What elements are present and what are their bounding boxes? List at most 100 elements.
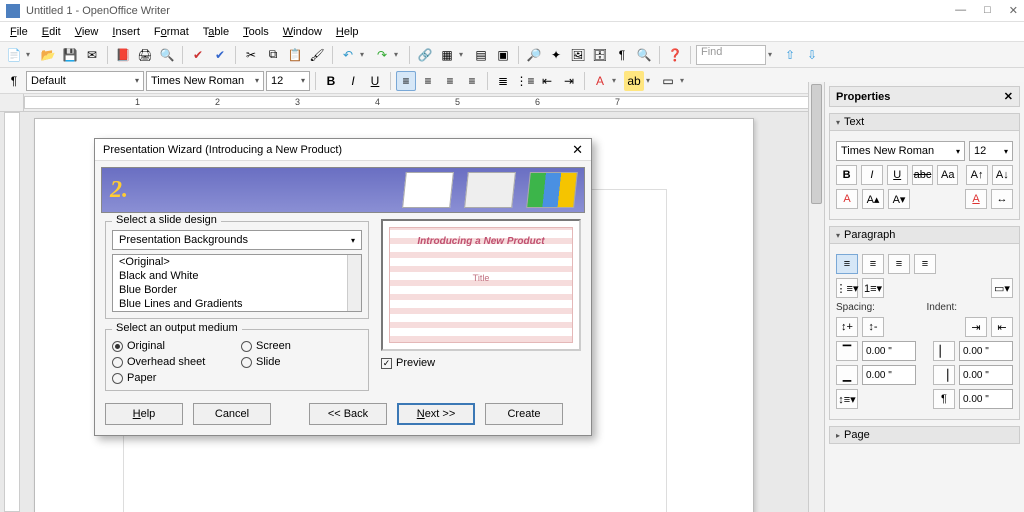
align-left-icon[interactable]: ≡ (396, 71, 416, 91)
para-numbers-icon[interactable]: 1≡▾ (862, 278, 884, 298)
preview-icon[interactable]: 🔍 (157, 45, 177, 65)
navigator-icon[interactable]: ✦ (546, 45, 566, 65)
copy-icon[interactable]: ⧉ (263, 45, 283, 65)
menu-window[interactable]: Window (277, 24, 328, 40)
radio-original[interactable]: Original (112, 340, 233, 352)
font-color-icon[interactable]: A (590, 71, 610, 91)
props-bold-button[interactable]: B (836, 165, 857, 185)
vertical-ruler[interactable] (4, 112, 20, 512)
autocheck-icon[interactable]: ✔ (210, 45, 230, 65)
props-shrink-icon[interactable]: A▾ (888, 189, 910, 209)
window-close-button[interactable]: ✕ (1009, 4, 1018, 17)
design-category-select[interactable]: Presentation Backgrounds▾ (112, 230, 362, 250)
line-spacing-icon[interactable]: ↕≡▾ (836, 389, 858, 409)
chart-icon[interactable]: ▤ (471, 45, 491, 65)
style-select[interactable]: Default▾ (26, 71, 144, 91)
props-subscript-icon[interactable]: A↓ (992, 165, 1013, 185)
list-scrollbar[interactable] (347, 255, 361, 311)
vertical-scrollbar[interactable] (808, 82, 824, 512)
table-icon[interactable]: ▦ (437, 45, 457, 65)
find-prev-icon[interactable]: ⇧ (780, 45, 800, 65)
window-minimize-button[interactable]: — (955, 4, 966, 17)
indent-left-field[interactable]: 0.00 " (959, 341, 1013, 361)
properties-close-icon[interactable]: ✕ (1004, 90, 1013, 103)
indent-dec-icon[interactable]: ⇤ (991, 317, 1013, 337)
indent-right-field[interactable]: 0.00 " (959, 365, 1013, 385)
preview-checkbox[interactable]: ✓Preview (381, 357, 581, 369)
menu-edit[interactable]: Edit (36, 24, 67, 40)
para-align-justify-icon[interactable]: ≡ (914, 254, 936, 274)
bold-button[interactable]: B (321, 71, 341, 91)
space-above-icon[interactable]: ▔ (836, 341, 858, 361)
help-button[interactable]: Help (105, 403, 183, 425)
styles-icon[interactable]: ¶ (4, 71, 24, 91)
paragraph-section-header[interactable]: ▾Paragraph (829, 226, 1020, 244)
indent-inc-icon[interactable]: ⇥ (965, 317, 987, 337)
gallery-icon[interactable]: 🖼 (568, 45, 588, 65)
underline-button[interactable]: U (365, 71, 385, 91)
props-grow-icon[interactable]: A▴ (862, 189, 884, 209)
first-line-field[interactable]: 0.00 " (959, 389, 1013, 409)
align-justify-icon[interactable]: ≡ (462, 71, 482, 91)
print-icon[interactable]: 🖨 (135, 45, 155, 65)
undo-icon[interactable]: ↶ (338, 45, 358, 65)
show-draw-icon[interactable]: ▣ (493, 45, 513, 65)
save-icon[interactable]: 💾 (60, 45, 80, 65)
space-below-icon[interactable]: ▁ (836, 365, 858, 385)
menu-insert[interactable]: Insert (106, 24, 146, 40)
dialog-close-icon[interactable]: ✕ (572, 142, 583, 158)
help-icon[interactable]: ❓ (665, 45, 685, 65)
para-bgcolor-icon[interactable]: ▭▾ (991, 278, 1013, 298)
next-button[interactable]: Next >> (397, 403, 475, 425)
radio-paper[interactable]: Paper (112, 372, 233, 384)
cancel-button[interactable]: Cancel (193, 403, 271, 425)
highlight-icon[interactable]: ab (624, 71, 644, 91)
radio-screen[interactable]: Screen (241, 340, 362, 352)
redo-icon[interactable]: ↷ (372, 45, 392, 65)
list-item[interactable]: <Original> (113, 255, 361, 269)
window-maximize-button[interactable]: □ (984, 4, 991, 17)
size-select[interactable]: 12▾ (266, 71, 310, 91)
space-below-field[interactable]: 0.00 " (862, 365, 916, 385)
props-case-button[interactable]: Aa (937, 165, 958, 185)
bullet-list-icon[interactable]: ⋮≡ (515, 71, 535, 91)
indent-right-icon[interactable]: ▕ (933, 365, 955, 385)
format-paint-icon[interactable]: 🖌 (307, 45, 327, 65)
props-italic-button[interactable]: I (861, 165, 882, 185)
list-item[interactable]: Blue Border (113, 283, 361, 297)
find-input[interactable]: Find (696, 45, 766, 65)
number-list-icon[interactable]: ≣ (493, 71, 513, 91)
menu-tools[interactable]: Tools (237, 24, 275, 40)
indent-left-icon[interactable]: ▏ (933, 341, 955, 361)
datasource-icon[interactable]: 🗄 (590, 45, 610, 65)
align-center-icon[interactable]: ≡ (418, 71, 438, 91)
design-list[interactable]: <Original> Black and White Blue Border B… (112, 254, 362, 312)
back-button[interactable]: << Back (309, 403, 387, 425)
para-align-right-icon[interactable]: ≡ (888, 254, 910, 274)
menu-view[interactable]: View (69, 24, 105, 40)
para-bullets-icon[interactable]: ⋮≡▾ (836, 278, 858, 298)
spellcheck-icon[interactable]: ✔ (188, 45, 208, 65)
menu-help[interactable]: Help (330, 24, 365, 40)
props-spacing-icon[interactable]: ↔ (991, 189, 1013, 209)
props-font-select[interactable]: Times New Roman▾ (836, 141, 965, 161)
space-dec-icon[interactable]: ↕- (862, 317, 884, 337)
open-icon[interactable]: 📂 (38, 45, 58, 65)
align-right-icon[interactable]: ≡ (440, 71, 460, 91)
create-button[interactable]: Create (485, 403, 563, 425)
list-item[interactable]: Black and White (113, 269, 361, 283)
text-section-header[interactable]: ▾Text (829, 113, 1020, 131)
font-select[interactable]: Times New Roman▾ (146, 71, 264, 91)
props-size-select[interactable]: 12▾ (969, 141, 1013, 161)
space-inc-icon[interactable]: ↕+ (836, 317, 858, 337)
menu-table[interactable]: Table (197, 24, 235, 40)
nonprint-icon[interactable]: ¶ (612, 45, 632, 65)
para-align-center-icon[interactable]: ≡ (862, 254, 884, 274)
find-next-icon[interactable]: ⇩ (802, 45, 822, 65)
para-align-left-icon[interactable]: ≡ (836, 254, 858, 274)
new-doc-icon[interactable]: 📄 (4, 45, 24, 65)
find-icon[interactable]: 🔎 (524, 45, 544, 65)
props-strike-button[interactable]: abc (912, 165, 933, 185)
hyperlink-icon[interactable]: 🔗 (415, 45, 435, 65)
paste-icon[interactable]: 📋 (285, 45, 305, 65)
